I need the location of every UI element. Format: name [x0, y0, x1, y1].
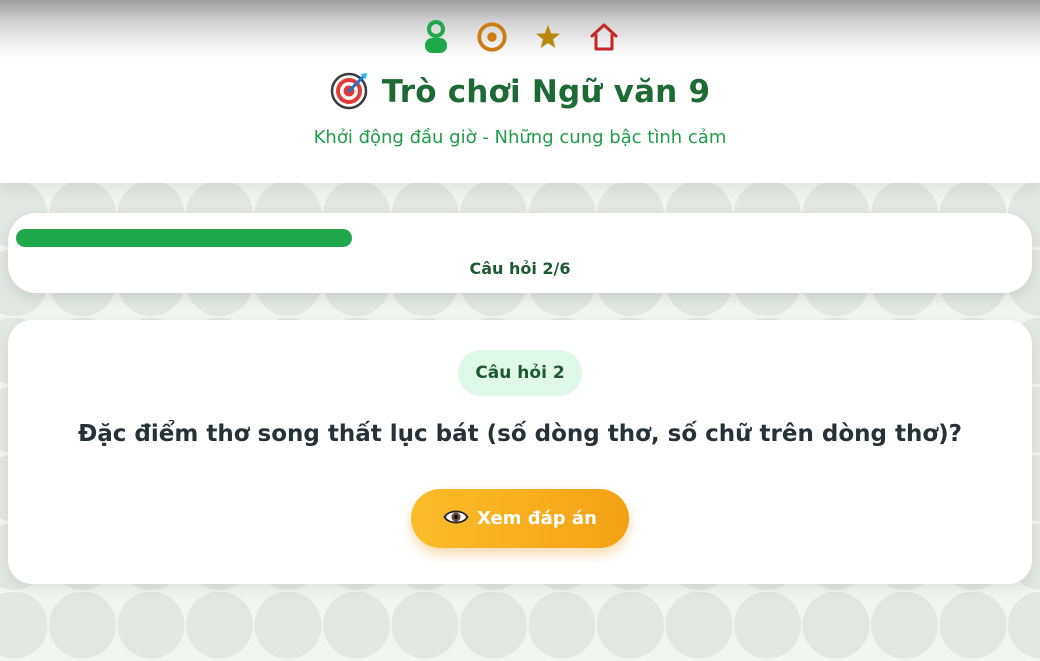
- question-number-badge: Câu hỏi 2: [458, 350, 582, 396]
- page-subtitle: Khởi động đầu giờ - Những cung bậc tình …: [313, 127, 727, 148]
- eye-icon: [443, 508, 469, 529]
- page-title-text: Trò chơi Ngữ văn 9: [381, 74, 711, 110]
- home-icon[interactable]: [588, 19, 620, 55]
- page-title: Trò chơi Ngữ văn 9: [0, 70, 1040, 114]
- question-text: Đặc điểm thơ song thất lục bát (số dòng …: [77, 421, 963, 447]
- progress-card: Câu hỏi 2/6: [8, 213, 1032, 293]
- target-ring-icon[interactable]: [476, 19, 508, 55]
- reveal-answer-label: Xem đáp án: [477, 508, 597, 529]
- progress-label: Câu hỏi 2/6: [469, 259, 571, 278]
- header-icon-row: [0, 19, 1040, 55]
- person-icon[interactable]: [420, 19, 452, 55]
- question-card: Câu hỏi 2 Đặc điểm thơ song thất lục bát…: [8, 320, 1032, 584]
- dartboard-icon: [330, 70, 370, 114]
- header: Trò chơi Ngữ văn 9 Khởi động đầu giờ - N…: [0, 0, 1040, 183]
- reveal-answer-button[interactable]: Xem đáp án: [411, 489, 629, 548]
- star-icon[interactable]: [532, 19, 564, 55]
- progress-bar-fill: [16, 229, 352, 247]
- progress-bar: [16, 229, 1024, 247]
